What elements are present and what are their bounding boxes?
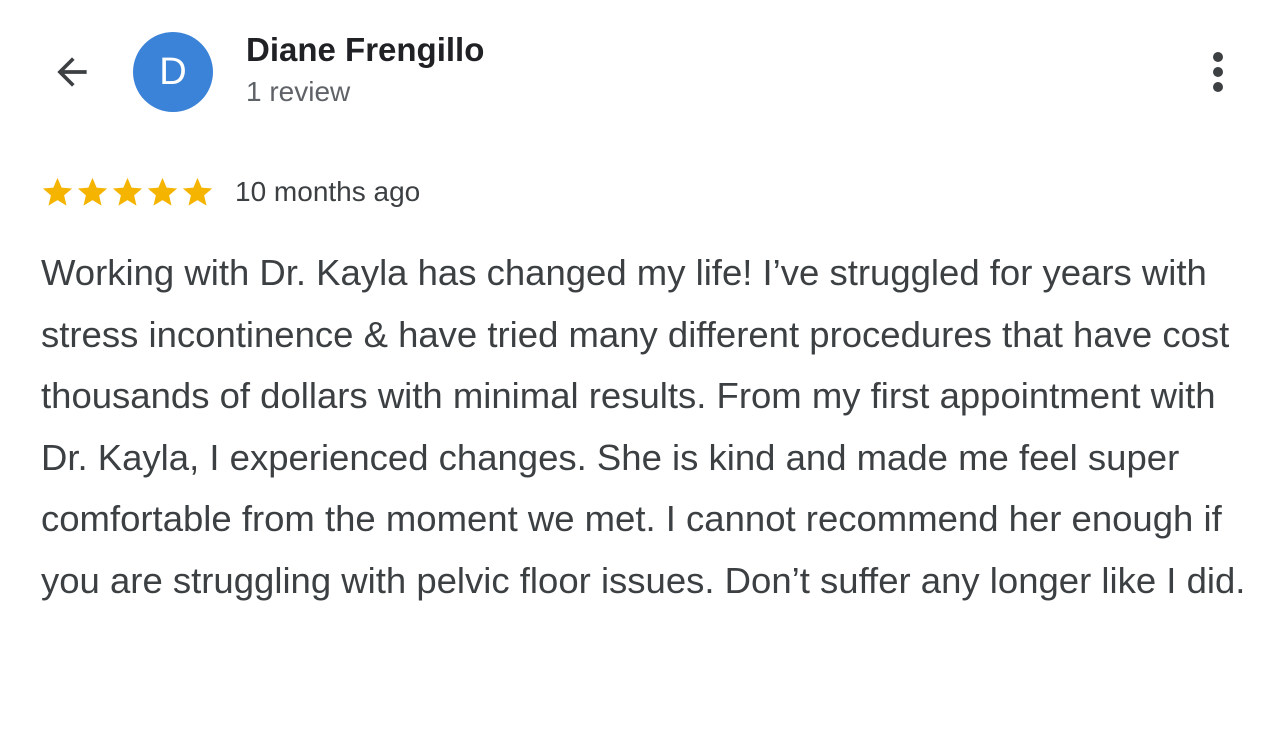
star-icon	[147, 177, 178, 206]
star-icon	[42, 177, 73, 206]
star-rating	[40, 175, 215, 210]
avatar[interactable]: D	[133, 32, 213, 112]
review-count: 1 review	[246, 76, 351, 107]
star-icon	[112, 177, 143, 206]
review-time: 10 months ago	[235, 176, 421, 207]
back-button[interactable]	[42, 46, 102, 98]
rating-row: 10 months ago	[40, 170, 420, 214]
more-vert-icon	[1213, 52, 1223, 92]
review-text: Working with Dr. Kayla has changed my li…	[41, 252, 1246, 601]
star-icon	[182, 177, 213, 206]
arrow-left-icon	[57, 57, 87, 87]
user-name[interactable]: Diane Frengillo	[246, 31, 484, 69]
avatar-letter: D	[159, 50, 187, 93]
star-icon	[77, 177, 108, 206]
more-options-button[interactable]	[1196, 44, 1240, 100]
